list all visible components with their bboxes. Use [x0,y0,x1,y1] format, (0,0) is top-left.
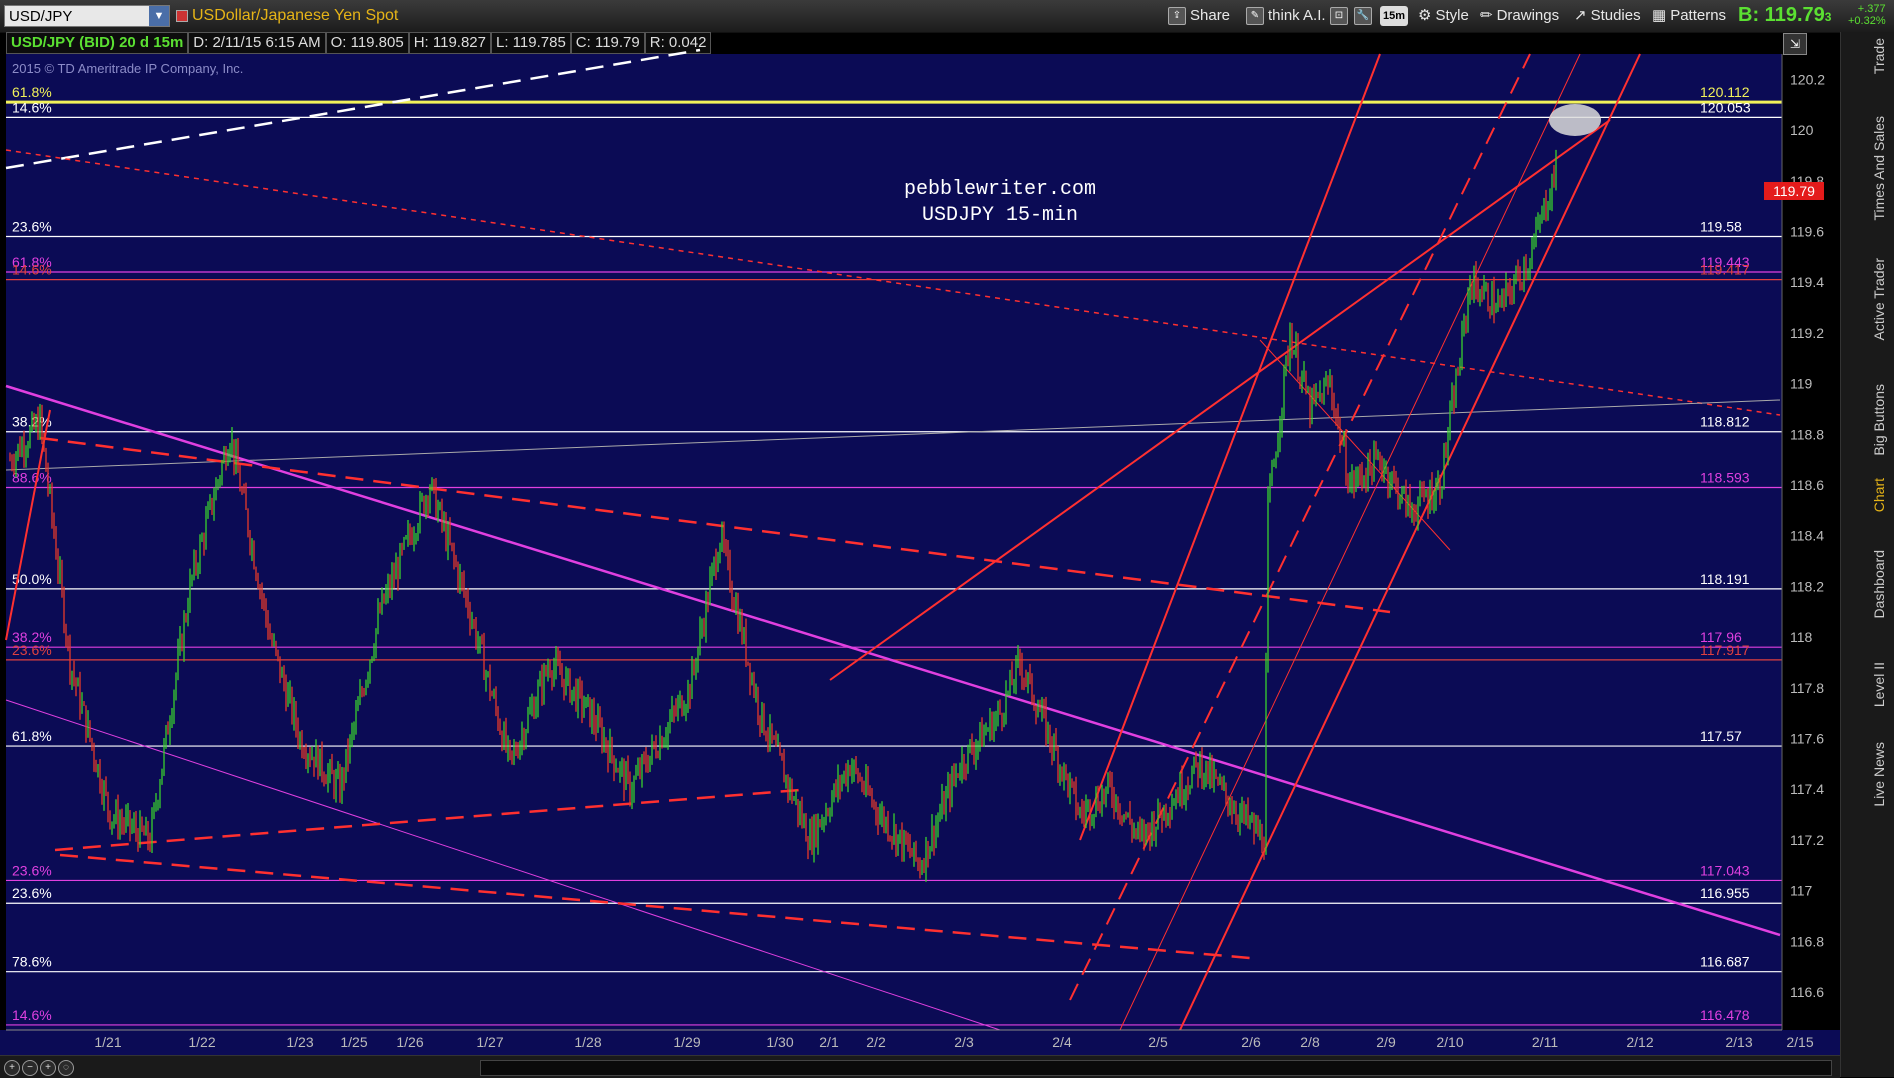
fib-pct-label: 78.6% [12,954,52,970]
drag-icon[interactable]: ◌ [58,1060,74,1076]
fib-pct-label: 14.6% [12,1007,52,1023]
y-tick-label: 120 [1790,122,1814,138]
y-tick-label: 117 [1790,883,1813,899]
fib-pct-label: 61.8% [12,84,52,100]
fib-pct-label: 61.8% [12,728,52,744]
bottom-bar: + − + ◌ [0,1055,1840,1078]
y-tick-label: 116.6 [1790,984,1824,1000]
current-price-label: 119.79 [1773,183,1815,199]
tab-big-buttons[interactable]: Big Buttons [1871,384,1887,456]
y-tick-label: 119.2 [1790,325,1824,341]
tab-chart[interactable]: Chart [1871,478,1887,512]
x-tick-label: 2/5 [1148,1034,1168,1050]
x-tick-label: 2/10 [1436,1034,1463,1050]
y-tick-label: 118 [1790,629,1813,645]
fib-price-label: 117.043 [1700,862,1750,878]
price-chart[interactable]: 61.8% 120.112 14.6% 120.053 23.6% 119.58 61.8%… [0,0,1840,1055]
copyright-text: 2015 © TD Ameritrade IP Company, Inc. [12,61,243,76]
tab-times-and-sales[interactable]: Times And Sales [1871,116,1887,221]
change-pct: +0.32% [1848,15,1886,27]
fib-price-label: 119.58 [1700,219,1742,235]
y-tick-label: 116.8 [1790,933,1824,949]
y-tick-label: 117.4 [1790,781,1824,797]
chart-scrollbar[interactable] [480,1060,1832,1076]
x-tick-label: 1/29 [673,1034,700,1050]
x-tick-label: 1/27 [476,1034,503,1050]
tab-live-news[interactable]: Live News [1871,742,1887,807]
x-tick-label: 2/13 [1725,1034,1752,1050]
fib-price-label: 116.687 [1700,954,1750,970]
fib-pct-label: 23.6% [12,219,52,235]
y-tick-label: 120.2 [1790,71,1825,87]
x-tick-label: 1/21 [94,1034,121,1050]
x-tick-label: 1/25 [340,1034,367,1050]
y-tick-label: 119 [1790,376,1813,392]
fib-pct-label: 23.6% [12,862,52,878]
y-tick-label: 118.4 [1790,528,1824,544]
fib-pct-label: 14.6% [12,99,52,115]
x-tick-label: 2/3 [954,1034,974,1050]
x-axis-band [0,1030,1840,1055]
chart-plot-area [6,54,1782,1030]
fib-pct-label: 23.6% [12,642,52,658]
change-abs: +.377 [1857,3,1886,15]
x-tick-label: 2/6 [1241,1034,1261,1050]
fib-price-label: 120.053 [1700,99,1751,115]
fib-price-label: 116.478 [1700,1007,1750,1023]
fib-price-label: 120.112 [1700,84,1750,100]
y-tick-label: 118.6 [1790,477,1824,493]
x-tick-label: 2/1 [819,1034,839,1050]
price-change: +.377 +0.32% [1848,3,1886,27]
tab-trade[interactable]: Trade [1871,38,1887,74]
x-tick-label: 2/9 [1376,1034,1396,1050]
tab-level-ii[interactable]: Level II [1871,662,1887,707]
y-tick-label: 119.4 [1790,274,1824,290]
x-tick-label: 1/22 [188,1034,215,1050]
fib-pct-label: 23.6% [12,885,52,901]
fib-price-label: 118.812 [1700,414,1750,430]
fib-price-label: 118.191 [1700,571,1750,587]
y-tick-label: 117.2 [1790,832,1824,848]
fib-price-label: 117.917 [1700,642,1750,658]
x-tick-label: 1/23 [286,1034,313,1050]
x-tick-label: 2/12 [1626,1034,1653,1050]
x-tick-label: 1/28 [574,1034,601,1050]
fib-price-label: 118.593 [1700,469,1750,485]
fib-pct-label: 14.6% [12,262,52,278]
y-tick-label: 117.6 [1790,730,1824,746]
right-side-panel: Trade Times And Sales Active Trader Big … [1840,32,1894,1077]
fib-pct-label: 88.6% [12,469,52,485]
fib-price-label: 119.417 [1700,262,1750,278]
y-tick-label: 118.8 [1790,426,1824,442]
x-tick-label: 1/26 [396,1034,423,1050]
highlight-ellipse [1549,104,1601,136]
tab-active-trader[interactable]: Active Trader [1871,258,1887,340]
x-tick-label: 2/4 [1052,1034,1072,1050]
fib-price-label: 117.57 [1700,728,1742,744]
x-tick-label: 2/15 [1786,1034,1813,1050]
crosshair-icon[interactable]: + [4,1060,20,1076]
watermark-title: USDJPY 15-min [922,204,1078,227]
zoom-out-icon[interactable]: − [22,1060,38,1076]
y-tick-label: 117.8 [1790,680,1824,696]
watermark-site: pebblewriter.com [904,178,1096,201]
x-tick-label: 2/2 [866,1034,886,1050]
tab-dashboard[interactable]: Dashboard [1871,550,1887,619]
fib-price-label: 116.955 [1700,885,1750,901]
x-tick-label: 1/30 [766,1034,793,1050]
x-tick-label: 2/8 [1300,1034,1320,1050]
y-tick-label: 119.6 [1790,223,1824,239]
x-tick-label: 2/11 [1532,1034,1558,1050]
y-tick-label: 118.2 [1790,578,1824,594]
zoom-in-icon[interactable]: + [40,1060,56,1076]
